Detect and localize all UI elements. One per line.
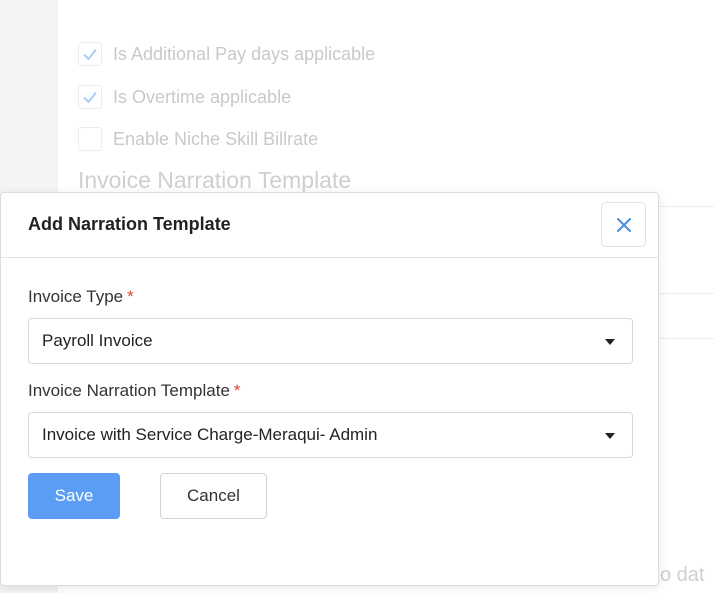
additional-pay-days-checkbox[interactable] <box>78 42 102 66</box>
invoice-type-label-text: Invoice Type <box>28 287 124 306</box>
divider <box>660 338 714 339</box>
narration-template-select[interactable]: Invoice with Service Charge-Meraqui- Adm… <box>28 412 633 458</box>
niche-skill-row[interactable]: Enable Niche Skill Billrate <box>78 127 318 151</box>
check-icon <box>83 48 97 61</box>
required-mark: * <box>233 381 241 400</box>
invoice-type-value: Payroll Invoice <box>42 331 153 350</box>
close-icon <box>616 217 631 232</box>
additional-pay-days-label: Is Additional Pay days applicable <box>113 43 376 64</box>
narration-template-value: Invoice with Service Charge-Meraqui- Adm… <box>42 425 378 444</box>
check-icon <box>83 91 97 104</box>
divider <box>660 206 714 207</box>
caret-down-icon <box>605 339 615 345</box>
save-button[interactable]: Save <box>28 473 120 519</box>
required-mark: * <box>127 287 134 306</box>
niche-skill-label: Enable Niche Skill Billrate <box>113 128 319 149</box>
caret-down-icon <box>605 433 615 439</box>
modal-header: Add Narration Template <box>1 193 658 258</box>
close-button[interactable] <box>601 202 646 247</box>
section-title: Invoice Narration Template <box>78 167 352 193</box>
narration-template-label-text: Invoice Narration Template <box>28 381 230 400</box>
divider <box>660 293 714 294</box>
overtime-label: Is Overtime applicable <box>113 86 292 107</box>
modal-title: Add Narration Template <box>28 214 231 234</box>
invoice-type-label: Invoice Type * <box>28 287 134 307</box>
invoice-type-select[interactable]: Payroll Invoice <box>28 318 633 364</box>
cancel-button[interactable]: Cancel <box>160 473 267 519</box>
add-narration-template-modal: Add Narration Template Invoice Type * Pay… <box>0 192 659 586</box>
no-data-text: o dat <box>660 564 705 586</box>
overtime-row[interactable]: Is Overtime applicable <box>78 85 291 109</box>
overtime-checkbox[interactable] <box>78 85 102 109</box>
additional-pay-days-row[interactable]: Is Additional Pay days applicable <box>78 42 375 66</box>
niche-skill-checkbox[interactable] <box>78 127 102 151</box>
narration-template-label: Invoice Narration Template * <box>28 381 241 401</box>
